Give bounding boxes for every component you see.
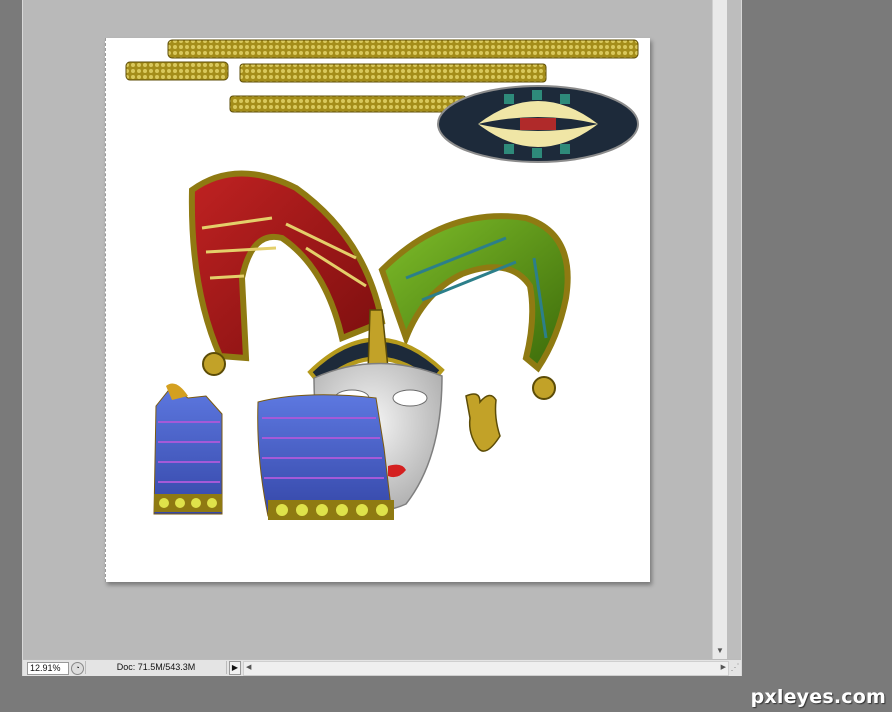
watermark: pxleyes.com: [750, 686, 886, 708]
gold-trim-strip-3: [239, 63, 547, 83]
horizontal-scrollbar[interactable]: ◀ ▶: [243, 661, 729, 676]
scroll-left-icon[interactable]: ◀: [246, 663, 251, 671]
canvas-area[interactable]: ▼: [23, 0, 727, 659]
vertical-scrollbar[interactable]: ▼: [712, 0, 727, 659]
gold-ornament-small: [465, 393, 501, 452]
document-size-info: Doc: 71.5M/543.3M: [85, 661, 227, 674]
zoom-circle-icon[interactable]: ◔: [71, 662, 84, 675]
ornament-ellipse: [437, 85, 639, 163]
blue-fabric-right: [257, 394, 394, 520]
blue-fabric-left: [153, 383, 223, 515]
gold-trim-strip-1: [167, 39, 639, 59]
scroll-right-icon[interactable]: ▶: [721, 663, 726, 671]
status-bar: 12.91% ◔ Doc: 71.5M/543.3M ▶ ◀ ▶ ⋰: [23, 659, 741, 676]
document-window: ▼ 12.91% ◔ Doc: 71.5M/543.3M ▶ ◀ ▶ ⋰: [22, 0, 742, 676]
gold-trim-strip-4: [229, 95, 467, 113]
gold-trim-strip-2: [125, 61, 229, 81]
zoom-level-field[interactable]: 12.91%: [27, 662, 69, 675]
canvas-artwork: [125, 39, 639, 520]
document-canvas[interactable]: [105, 38, 650, 582]
status-menu-arrow-icon[interactable]: ▶: [229, 661, 241, 675]
scroll-down-icon[interactable]: ▼: [716, 646, 724, 655]
resize-grip-icon[interactable]: ⋰: [729, 661, 741, 674]
